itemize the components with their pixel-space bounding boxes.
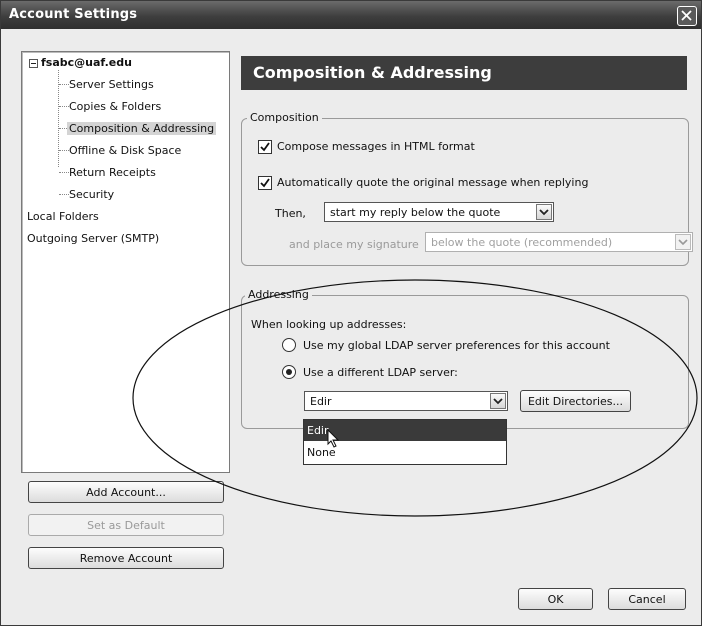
global-ldap-label: Use my global LDAP server preferences fo… bbox=[303, 339, 610, 352]
reply-position-select[interactable]: start my reply below the quote bbox=[324, 202, 554, 222]
radio-selected-dot bbox=[286, 369, 292, 375]
tree-item-security[interactable]: Security bbox=[69, 188, 114, 201]
reply-position-value: start my reply below the quote bbox=[330, 206, 501, 219]
tree-item-server-settings[interactable]: Server Settings bbox=[69, 78, 154, 91]
tree-connector-branch bbox=[59, 150, 69, 151]
edit-directories-button[interactable]: Edit Directories... bbox=[520, 390, 631, 412]
different-ldap-label: Use a different LDAP server: bbox=[303, 366, 458, 379]
set-default-button[interactable]: Set as Default bbox=[28, 514, 224, 536]
signature-label: and place my signature bbox=[289, 238, 419, 251]
title-bar: Account Settings bbox=[1, 1, 701, 29]
tree-item-outgoing-server[interactable]: Outgoing Server (SMTP) bbox=[27, 232, 159, 245]
tree-connector-branch bbox=[59, 84, 69, 85]
tree-item-account[interactable]: fsabc@uaf.edu bbox=[41, 56, 132, 69]
account-settings-window: Account Settings fsabc@uaf.edu Server Se… bbox=[0, 0, 702, 626]
cancel-button[interactable]: Cancel bbox=[608, 588, 686, 610]
chevron-down-icon bbox=[675, 234, 691, 250]
account-tree[interactable]: fsabc@uaf.edu Server Settings Copies & F… bbox=[21, 51, 230, 473]
addressing-legend: Addressing bbox=[245, 288, 312, 301]
tree-item-return-receipts[interactable]: Return Receipts bbox=[69, 166, 156, 179]
tree-item-offline-disk-space[interactable]: Offline & Disk Space bbox=[69, 144, 181, 157]
auto-quote-label: Automatically quote the original message… bbox=[277, 176, 589, 189]
tree-connector-branch bbox=[59, 194, 69, 195]
chevron-down-icon bbox=[536, 204, 552, 220]
checkmark-icon bbox=[260, 178, 270, 188]
addressing-intro: When looking up addresses: bbox=[251, 318, 407, 331]
remove-account-button[interactable]: Remove Account bbox=[28, 547, 224, 569]
tree-item-composition-addressing[interactable]: Composition & Addressing bbox=[67, 122, 217, 135]
close-icon bbox=[681, 10, 692, 21]
chevron-down-icon bbox=[490, 393, 506, 409]
ldap-server-value: Edir bbox=[310, 395, 332, 408]
checkmark-icon bbox=[260, 142, 270, 152]
different-ldap-radio[interactable] bbox=[282, 365, 296, 379]
html-format-label: Compose messages in HTML format bbox=[277, 140, 475, 153]
then-label: Then, bbox=[275, 207, 306, 220]
global-ldap-radio[interactable] bbox=[282, 338, 296, 352]
ldap-server-select[interactable]: Edir bbox=[304, 391, 508, 411]
signature-position-select[interactable]: below the quote (recommended) bbox=[425, 232, 693, 252]
composition-legend: Composition bbox=[247, 111, 322, 124]
signature-position-value: below the quote (recommended) bbox=[431, 236, 613, 249]
mouse-pointer-icon bbox=[327, 429, 340, 448]
add-account-button[interactable]: Add Account... bbox=[28, 481, 224, 503]
tree-item-local-folders[interactable]: Local Folders bbox=[27, 210, 99, 223]
page-title: Composition & Addressing bbox=[241, 56, 687, 90]
ok-button[interactable]: OK bbox=[518, 588, 593, 610]
html-format-checkbox[interactable] bbox=[258, 140, 272, 154]
collapse-icon[interactable] bbox=[29, 59, 38, 68]
close-button[interactable] bbox=[677, 6, 697, 26]
tree-connector-branch bbox=[59, 172, 69, 173]
tree-connector-branch bbox=[59, 106, 69, 107]
window-title: Account Settings bbox=[9, 7, 138, 22]
auto-quote-checkbox[interactable] bbox=[258, 176, 272, 190]
tree-item-copies-folders[interactable]: Copies & Folders bbox=[69, 100, 161, 113]
